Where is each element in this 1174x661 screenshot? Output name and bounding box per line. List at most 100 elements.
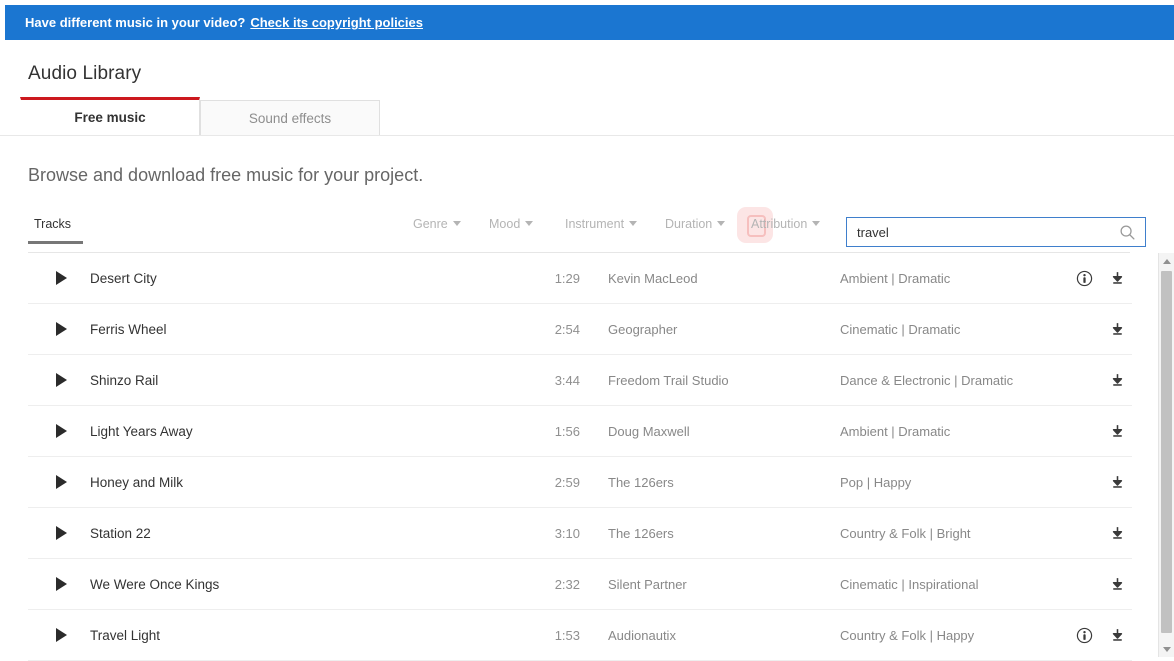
track-duration: 1:29 <box>554 270 580 286</box>
tab-bar: Free music Sound effects <box>20 97 380 135</box>
filter-genre-label: Genre <box>413 217 448 231</box>
row-actions <box>1037 268 1132 288</box>
track-title[interactable]: Ferris Wheel <box>90 322 530 337</box>
play-button[interactable] <box>28 475 90 489</box>
chevron-down-icon <box>812 221 821 227</box>
table-row[interactable]: Travel Light 1:53 Audionautix Country & … <box>28 610 1132 661</box>
table-row[interactable]: Honey and Milk 2:59 The 126ers Pop | Hap… <box>28 457 1132 508</box>
play-icon <box>56 322 67 336</box>
play-button[interactable] <box>28 373 90 387</box>
play-button[interactable] <box>28 628 90 642</box>
track-table: Desert City 1:29 Kevin MacLeod Ambient |… <box>28 253 1132 661</box>
track-duration: 3:10 <box>554 525 580 541</box>
track-genre: Ambient | Dramatic <box>840 423 951 439</box>
track-artist: The 126ers <box>608 525 674 541</box>
scroll-down-button[interactable] <box>1159 641 1174 657</box>
chevron-down-icon <box>525 221 534 227</box>
vertical-scrollbar[interactable] <box>1158 253 1174 657</box>
attribution-icon[interactable] <box>1075 269 1093 287</box>
play-icon <box>56 475 67 489</box>
table-row[interactable]: Light Years Away 1:56 Doug Maxwell Ambie… <box>28 406 1132 457</box>
track-title[interactable]: Shinzo Rail <box>90 373 530 388</box>
chevron-down-icon <box>629 221 638 227</box>
track-artist: Silent Partner <box>608 576 687 592</box>
tab-free-music[interactable]: Free music <box>20 97 200 135</box>
chevron-down-icon <box>717 221 726 227</box>
row-actions <box>1037 472 1132 492</box>
play-button[interactable] <box>28 271 90 285</box>
copyright-banner: Have different music in your video? Chec… <box>5 5 1174 40</box>
table-row[interactable]: Ferris Wheel 2:54 Geographer Cinematic |… <box>28 304 1132 355</box>
filter-attribution[interactable]: Attribution <box>751 217 821 231</box>
track-duration: 3:44 <box>554 372 580 388</box>
filter-duration[interactable]: Duration <box>665 217 726 231</box>
search-icon[interactable] <box>1113 218 1141 246</box>
play-icon <box>56 526 67 540</box>
row-actions <box>1037 319 1132 339</box>
search-box[interactable] <box>846 217 1146 247</box>
filter-instrument-label: Instrument <box>565 217 625 231</box>
track-genre: Country & Folk | Happy <box>840 627 975 643</box>
track-title[interactable]: Desert City <box>90 271 530 286</box>
search-input[interactable] <box>857 219 1113 245</box>
attribution-icon[interactable] <box>1075 626 1093 644</box>
tab-sound-effects[interactable]: Sound effects <box>200 100 380 135</box>
play-button[interactable] <box>28 577 90 591</box>
track-title[interactable]: We Were Once Kings <box>90 577 530 592</box>
track-title[interactable]: Station 22 <box>90 526 530 541</box>
table-row[interactable]: Shinzo Rail 3:44 Freedom Trail Studio Da… <box>28 355 1132 406</box>
scroll-up-button[interactable] <box>1159 253 1174 269</box>
filter-mood[interactable]: Mood <box>489 217 534 231</box>
download-icon[interactable] <box>1107 574 1127 594</box>
track-duration: 2:54 <box>554 321 580 337</box>
attribution-icon-placeholder <box>1075 371 1093 389</box>
attribution-icon-placeholder <box>1075 575 1093 593</box>
tab-free-music-label: Free music <box>74 110 146 125</box>
row-actions <box>1037 421 1132 441</box>
download-icon[interactable] <box>1107 421 1127 441</box>
tab-bar-divider <box>0 135 1174 136</box>
track-artist: Kevin MacLeod <box>608 270 698 286</box>
filter-instrument[interactable]: Instrument <box>565 217 638 231</box>
download-icon[interactable] <box>1107 268 1127 288</box>
tracks-column-header[interactable]: Tracks <box>34 217 71 231</box>
filter-mood-label: Mood <box>489 217 521 231</box>
copyright-policies-link[interactable]: Check its copyright policies <box>250 15 423 30</box>
track-title[interactable]: Travel Light <box>90 628 530 643</box>
table-row[interactable]: Desert City 1:29 Kevin MacLeod Ambient |… <box>28 253 1132 304</box>
page-title: Audio Library <box>28 63 142 84</box>
chevron-down-icon <box>452 221 461 227</box>
attribution-icon-placeholder <box>1075 524 1093 542</box>
attribution-icon-placeholder <box>1075 320 1093 338</box>
table-row[interactable]: Station 22 3:10 The 126ers Country & Fol… <box>28 508 1132 559</box>
chevron-up-icon <box>1162 258 1171 264</box>
track-duration: 1:53 <box>554 627 580 643</box>
filter-genre[interactable]: Genre <box>413 217 461 231</box>
row-actions <box>1037 523 1132 543</box>
scrollbar-thumb[interactable] <box>1161 271 1172 633</box>
download-icon[interactable] <box>1107 319 1127 339</box>
download-icon[interactable] <box>1107 523 1127 543</box>
track-artist: Audionautix <box>608 627 676 643</box>
download-icon[interactable] <box>1107 472 1127 492</box>
download-icon[interactable] <box>1107 625 1127 645</box>
track-genre: Ambient | Dramatic <box>840 270 951 286</box>
track-genre: Country & Folk | Bright <box>840 525 971 541</box>
row-actions <box>1037 370 1132 390</box>
attribution-icon-placeholder <box>1075 473 1093 491</box>
track-artist: The 126ers <box>608 474 674 490</box>
download-icon[interactable] <box>1107 370 1127 390</box>
play-button[interactable] <box>28 424 90 438</box>
track-title[interactable]: Light Years Away <box>90 424 530 439</box>
banner-text: Have different music in your video? <box>25 15 246 30</box>
track-duration: 1:56 <box>554 423 580 439</box>
play-button[interactable] <box>28 322 90 336</box>
table-row[interactable]: We Were Once Kings 2:32 Silent Partner C… <box>28 559 1132 610</box>
track-title[interactable]: Honey and Milk <box>90 475 530 490</box>
row-actions <box>1037 625 1132 645</box>
play-icon <box>56 271 67 285</box>
play-button[interactable] <box>28 526 90 540</box>
play-icon <box>56 424 67 438</box>
track-genre: Dance & Electronic | Dramatic <box>840 372 1014 388</box>
track-genre: Pop | Happy <box>840 474 912 490</box>
